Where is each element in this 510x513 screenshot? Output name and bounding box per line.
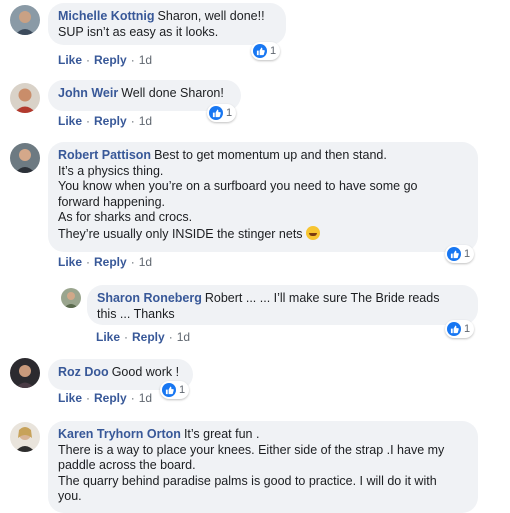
comment-actions: Like · Reply · 1d	[58, 53, 153, 67]
comment-text: It’s a physics thing.	[58, 163, 164, 178]
like-button[interactable]: Like	[58, 255, 82, 269]
timestamp[interactable]: 1d	[139, 391, 152, 405]
comment-actions: Like · Reply · 1d	[58, 255, 153, 269]
avatar[interactable]	[10, 422, 40, 452]
comment-bubble: Sharon Roneberg Robert ... ... I’ll make …	[87, 285, 478, 325]
comment-text: Sharon, well done!!	[157, 9, 265, 23]
reply-button[interactable]: Reply	[132, 330, 165, 344]
timestamp[interactable]: 1d	[139, 255, 152, 269]
like-button[interactable]: Like	[96, 330, 120, 344]
comment-text: you.	[58, 489, 82, 503]
avatar[interactable]	[10, 5, 40, 35]
comment-actions: Like · Reply · 1d	[58, 114, 153, 128]
comment-author[interactable]: Sharon Roneberg	[97, 291, 202, 305]
timestamp[interactable]: 1d	[139, 114, 152, 128]
like-button[interactable]: Like	[58, 114, 82, 128]
reply-button[interactable]: Reply	[94, 255, 127, 269]
comment-author[interactable]: Karen Tryhorn Orton	[58, 427, 181, 441]
like-icon	[209, 106, 223, 120]
comment-actions: Like · Reply · 1d	[96, 330, 191, 344]
like-icon	[162, 383, 176, 397]
comment-text: this ... Thanks	[97, 306, 175, 321]
reaction-count[interactable]: 1	[207, 104, 237, 122]
comment-text: It’s great fun .	[183, 427, 260, 441]
comment-author[interactable]: Robert Pattison	[58, 148, 151, 162]
avatar[interactable]	[61, 288, 81, 308]
like-button[interactable]: Like	[58, 391, 82, 405]
comment-text: Good work !	[111, 365, 180, 379]
comment-text: There is a way to place your knees. Eith…	[58, 442, 445, 457]
avatar[interactable]	[10, 143, 40, 173]
timestamp[interactable]: 1d	[177, 330, 190, 344]
comment-bubble: Karen Tryhorn Orton It’s great fun . Ther…	[48, 421, 478, 513]
comment-text: SUP isn’t as easy as it looks.	[58, 24, 219, 39]
laughing-emoji-icon	[305, 225, 320, 240]
comment-text: Best to get momentum up and then stand.	[154, 148, 387, 162]
reply-button[interactable]: Reply	[94, 114, 127, 128]
comment-text: forward happening.	[58, 194, 166, 209]
reaction-count[interactable]: 1	[160, 381, 190, 399]
like-button[interactable]: Like	[58, 53, 82, 67]
like-icon	[447, 247, 461, 261]
comment-author[interactable]: Roz Doo	[58, 365, 109, 379]
reply-button[interactable]: Reply	[94, 391, 127, 405]
reply-button[interactable]: Reply	[94, 53, 127, 67]
comment-text: paddle across the board.	[58, 458, 196, 472]
avatar[interactable]	[10, 358, 40, 388]
comment-text: As for sharks and crocs.	[58, 210, 193, 224]
comment-actions: Like · Reply · 1d	[58, 391, 153, 405]
reaction-count[interactable]: 1	[445, 320, 475, 338]
comment-text: They’re usually only INSIDE the stinger …	[58, 226, 303, 241]
like-icon	[447, 322, 461, 336]
timestamp[interactable]: 1d	[139, 53, 152, 67]
comment-bubble: Robert Pattison Best to get momentum up a…	[48, 142, 478, 252]
comment-author[interactable]: John Weir	[58, 86, 118, 100]
avatar[interactable]	[10, 83, 40, 113]
reaction-count[interactable]: 1	[251, 42, 281, 60]
comment-text: Robert ... ... I’ll make sure The Bride …	[204, 291, 440, 305]
comment-author[interactable]: Michelle Kottnig	[58, 9, 155, 23]
comment-bubble: Michelle Kottnig Sharon, well done!! SUP …	[48, 3, 286, 45]
comment-text: Well done Sharon!	[121, 86, 224, 100]
comment-text: You know when you’re on a surfboard you …	[58, 179, 418, 193]
reaction-count[interactable]: 1	[445, 245, 475, 263]
comment-text: The quarry behind paradise palms is good…	[58, 473, 437, 488]
like-icon	[253, 44, 267, 58]
